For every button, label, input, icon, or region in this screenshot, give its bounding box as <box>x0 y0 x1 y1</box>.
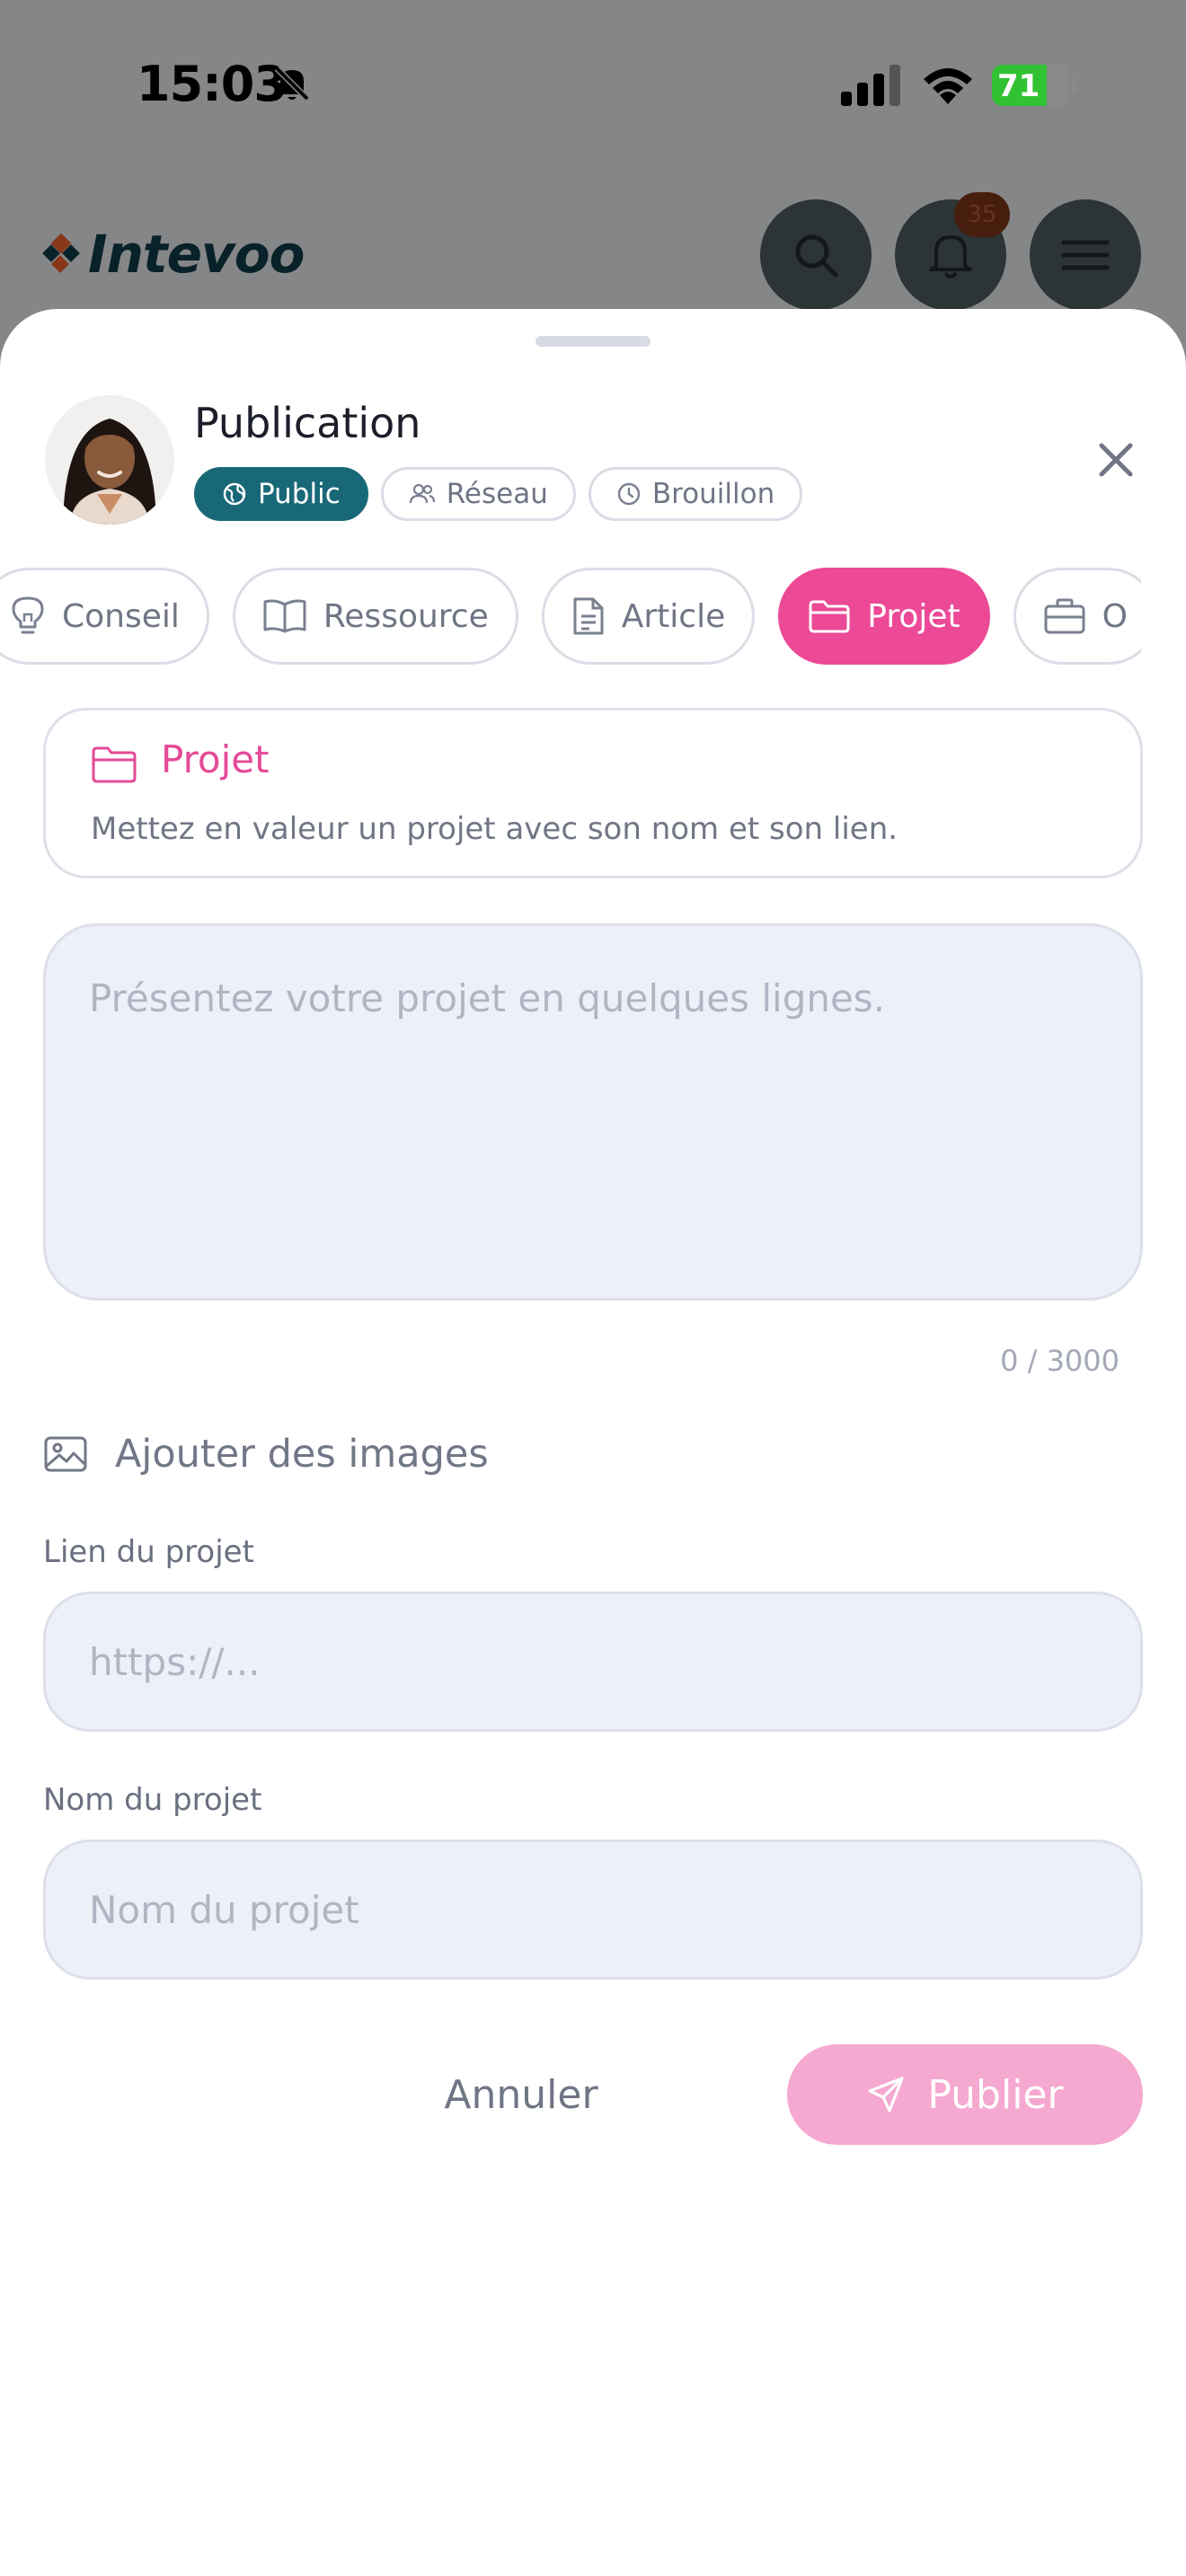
folder-icon <box>92 746 137 783</box>
globe-icon <box>223 482 246 506</box>
visibility-public[interactable]: Public <box>194 467 368 521</box>
briefcase-icon <box>1044 598 1085 634</box>
cancel-button[interactable]: Annuler <box>395 2044 647 2145</box>
battery-percent: 71 <box>997 68 1040 104</box>
add-images-label: Ajouter des images <box>115 1432 489 1477</box>
post-text-input[interactable] <box>43 923 1143 1301</box>
character-counter: 0 / 3000 <box>1000 1344 1120 1378</box>
battery-indicator: 71 <box>992 65 1078 106</box>
publish-button[interactable]: Publier <box>787 2044 1143 2145</box>
post-type-projet-label: Projet <box>867 597 960 635</box>
post-type-article-label: Article <box>621 597 726 635</box>
post-type-selector[interactable]: Conseil Ressource Article Projet O <box>0 568 1186 666</box>
document-icon <box>573 597 604 635</box>
visibility-selector: Public Réseau Brouillon <box>194 467 803 521</box>
visibility-public-label: Public <box>258 478 341 510</box>
post-type-ressource-label: Ressource <box>323 597 489 635</box>
composer-title: Publication <box>194 399 421 447</box>
wifi-icon <box>924 68 972 104</box>
post-type-info-description: Mettez en valeur un projet avec son nom … <box>91 811 898 847</box>
project-link-label: Lien du projet <box>43 1534 254 1570</box>
post-type-projet[interactable]: Projet <box>778 568 990 665</box>
post-type-info-title: Projet <box>161 737 270 781</box>
users-icon <box>409 483 435 504</box>
silent-mode-icon <box>274 66 310 101</box>
post-type-article[interactable]: Article <box>541 568 756 665</box>
sheet-grabber[interactable] <box>535 336 651 347</box>
post-type-conseil[interactable]: Conseil <box>0 568 209 665</box>
publication-sheet: Publication Public Réseau Brouillon Cons… <box>0 309 1186 2576</box>
folder-icon <box>809 600 850 633</box>
post-type-ressource[interactable]: Ressource <box>232 568 518 665</box>
post-type-offre[interactable]: O <box>1013 568 1157 665</box>
visibility-network-label: Réseau <box>446 478 548 510</box>
book-icon <box>263 599 306 633</box>
close-icon <box>1099 443 1133 477</box>
post-type-info-card: Projet Mettez en valeur un projet avec s… <box>43 708 1143 878</box>
status-time: 15:03 <box>137 56 288 112</box>
send-icon <box>868 2077 905 2113</box>
avatar <box>45 395 174 525</box>
visibility-draft-label: Brouillon <box>651 478 775 510</box>
clock-icon <box>617 482 641 506</box>
image-icon <box>44 1436 87 1472</box>
close-button[interactable] <box>1094 438 1137 481</box>
project-name-label: Nom du projet <box>43 1782 262 1818</box>
publish-label: Publier <box>927 2071 1064 2118</box>
post-type-offre-label: O <box>1102 597 1128 635</box>
lightbulb-icon <box>12 596 44 634</box>
add-images-button[interactable]: Ajouter des images <box>43 1423 489 1486</box>
post-type-conseil-label: Conseil <box>62 597 180 635</box>
project-name-input[interactable] <box>43 1839 1143 1980</box>
visibility-draft[interactable]: Brouillon <box>588 467 803 521</box>
visibility-network[interactable]: Réseau <box>380 467 576 521</box>
cellular-signal-icon <box>841 65 900 106</box>
project-link-input[interactable] <box>43 1592 1143 1732</box>
status-bar: 15:03 71 <box>0 0 1186 171</box>
